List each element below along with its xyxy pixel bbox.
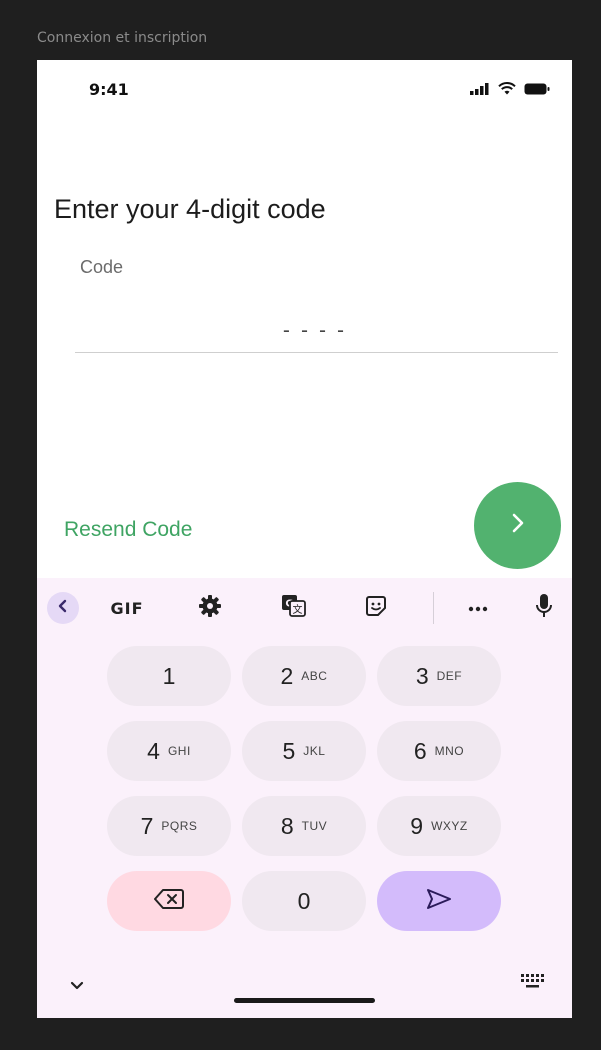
backspace-icon bbox=[154, 888, 184, 915]
chevron-down-icon bbox=[65, 981, 89, 1002]
key-0[interactable]: 0 bbox=[242, 871, 366, 931]
status-icons bbox=[470, 82, 550, 100]
code-input[interactable] bbox=[75, 308, 558, 353]
key-number: 2 bbox=[280, 662, 294, 689]
status-bar: 9:41 bbox=[37, 60, 572, 120]
key-number: 8 bbox=[280, 812, 294, 839]
key-letters: ABC bbox=[301, 669, 328, 683]
keyboard-toolbar: GIF G文 bbox=[37, 578, 572, 638]
wifi-icon bbox=[498, 82, 516, 100]
gear-icon bbox=[198, 594, 222, 623]
page-title: Enter your 4-digit code bbox=[54, 194, 326, 224]
key-letters: MNO bbox=[434, 744, 465, 758]
gif-button[interactable]: GIF bbox=[107, 592, 147, 624]
key-9[interactable]: 9 WXYZ bbox=[377, 796, 501, 856]
frame-label: Connexion et inscription bbox=[37, 30, 208, 46]
resend-code-link[interactable]: Resend Code bbox=[64, 518, 192, 542]
send-key[interactable] bbox=[377, 871, 501, 931]
signal-icon bbox=[470, 82, 490, 100]
key-4[interactable]: 4 GHI bbox=[107, 721, 231, 781]
sticker-icon bbox=[364, 594, 388, 623]
more-icon bbox=[468, 599, 488, 617]
key-5[interactable]: 5 JKL bbox=[242, 721, 366, 781]
switch-keyboard-button[interactable] bbox=[519, 972, 545, 992]
key-number: 6 bbox=[413, 737, 427, 764]
key-number: 0 bbox=[297, 887, 311, 914]
key-letters: DEF bbox=[436, 669, 463, 683]
numeric-keyboard: GIF G文 bbox=[37, 578, 572, 1018]
status-time: 9:41 bbox=[89, 80, 129, 99]
next-button[interactable] bbox=[474, 482, 561, 569]
keyboard-icon bbox=[519, 974, 545, 994]
key-7[interactable]: 7 PQRS bbox=[107, 796, 231, 856]
translate-button[interactable]: G文 bbox=[277, 592, 311, 624]
key-number: 5 bbox=[282, 737, 296, 764]
more-button[interactable] bbox=[461, 592, 495, 624]
sticker-button[interactable] bbox=[359, 592, 393, 624]
key-number: 1 bbox=[162, 662, 176, 689]
mic-icon bbox=[535, 593, 553, 624]
hide-keyboard-button[interactable] bbox=[65, 974, 89, 998]
key-letters: PQRS bbox=[161, 819, 198, 833]
key-number: 3 bbox=[415, 662, 429, 689]
key-6[interactable]: 6 MNO bbox=[377, 721, 501, 781]
home-indicator bbox=[234, 998, 375, 1003]
phone-screen: 9:41 Enter your 4-digit code Code Resend… bbox=[37, 60, 572, 1018]
key-number: 7 bbox=[140, 812, 154, 839]
keyboard-back-button[interactable] bbox=[47, 592, 79, 624]
key-letters: JKL bbox=[303, 744, 326, 758]
key-3[interactable]: 3 DEF bbox=[377, 646, 501, 706]
keyboard-settings-button[interactable] bbox=[193, 592, 227, 624]
toolbar-divider bbox=[433, 592, 434, 624]
key-2[interactable]: 2 ABC bbox=[242, 646, 366, 706]
key-letters: WXYZ bbox=[431, 819, 468, 833]
svg-text:文: 文 bbox=[293, 603, 303, 616]
battery-icon bbox=[524, 82, 550, 100]
code-label: Code bbox=[80, 257, 124, 277]
key-letters: TUV bbox=[301, 819, 328, 833]
chevron-right-icon bbox=[508, 512, 528, 539]
key-1[interactable]: 1 bbox=[107, 646, 231, 706]
key-8[interactable]: 8 TUV bbox=[242, 796, 366, 856]
key-number: 9 bbox=[410, 812, 424, 839]
backspace-key[interactable] bbox=[107, 871, 231, 931]
send-icon bbox=[425, 887, 453, 916]
chevron-left-icon bbox=[57, 599, 69, 618]
key-number: 4 bbox=[147, 737, 160, 764]
key-letters: GHI bbox=[167, 744, 191, 758]
translate-icon: G文 bbox=[281, 594, 307, 623]
voice-input-button[interactable] bbox=[529, 592, 559, 624]
